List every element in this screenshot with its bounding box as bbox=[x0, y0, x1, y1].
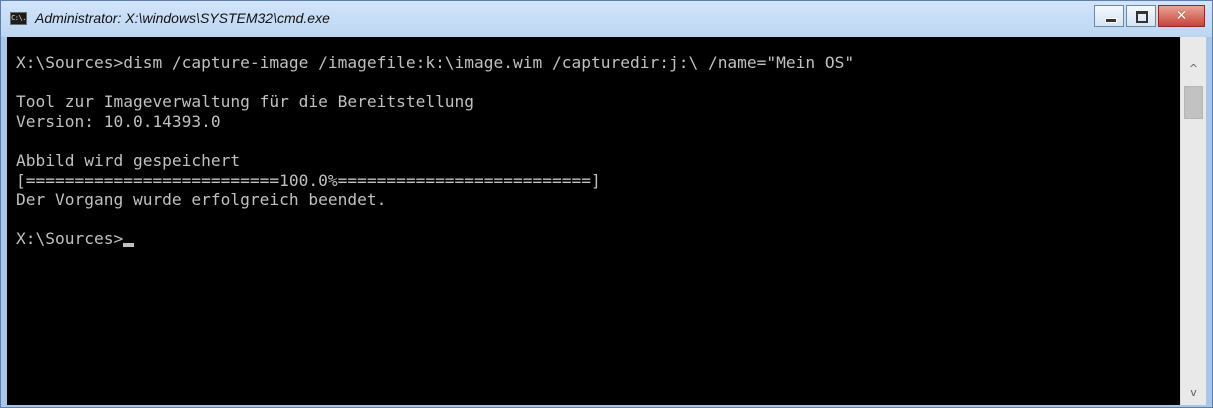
console-output[interactable]: X:\Sources>dism /capture-image /imagefil… bbox=[7, 37, 1180, 405]
console-line: Der Vorgang wurde erfolgreich beendet. bbox=[16, 190, 387, 210]
console-line: Version: 10.0.14393.0 bbox=[16, 111, 221, 131]
vertical-scrollbar[interactable]: ^ v bbox=[1180, 57, 1206, 405]
close-button[interactable]: ✕ bbox=[1158, 5, 1205, 27]
console-line: X:\Sources>dism /capture-image /imagefil… bbox=[16, 53, 855, 72]
maximize-icon bbox=[1136, 11, 1148, 23]
close-icon: ✕ bbox=[1175, 8, 1188, 24]
console-line: Abbild wird gespeichert bbox=[16, 150, 241, 170]
scrollbar-top-area bbox=[1180, 37, 1206, 57]
cmd-window: C:\. Administrator: X:\windows\SYSTEM32\… bbox=[0, 0, 1213, 408]
text-cursor bbox=[123, 243, 135, 248]
console-text: X:\Sources>dism /capture-image /imagefil… bbox=[16, 53, 854, 249]
prompt-line: X:\Sources> bbox=[16, 229, 854, 249]
scroll-down-icon[interactable]: v bbox=[1181, 383, 1206, 403]
scrollbar-thumb[interactable] bbox=[1184, 86, 1203, 119]
progress-bar-line: [==========================100.0%=======… bbox=[16, 170, 601, 190]
console-line: Tool zur Imageverwaltung für die Bereits… bbox=[16, 92, 475, 112]
title-bar[interactable]: C:\. Administrator: X:\windows\SYSTEM32\… bbox=[1, 1, 1212, 37]
minimize-icon bbox=[1105, 18, 1117, 23]
prompt-text: X:\Sources> bbox=[16, 229, 124, 249]
cmd-icon[interactable]: C:\. bbox=[10, 12, 27, 25]
scroll-up-icon[interactable]: ^ bbox=[1181, 59, 1206, 79]
maximize-button[interactable] bbox=[1126, 5, 1156, 27]
caption-buttons: ✕ bbox=[1094, 5, 1205, 27]
window-title: Administrator: X:\windows\SYSTEM32\cmd.e… bbox=[35, 10, 330, 26]
minimize-button[interactable] bbox=[1094, 5, 1124, 27]
